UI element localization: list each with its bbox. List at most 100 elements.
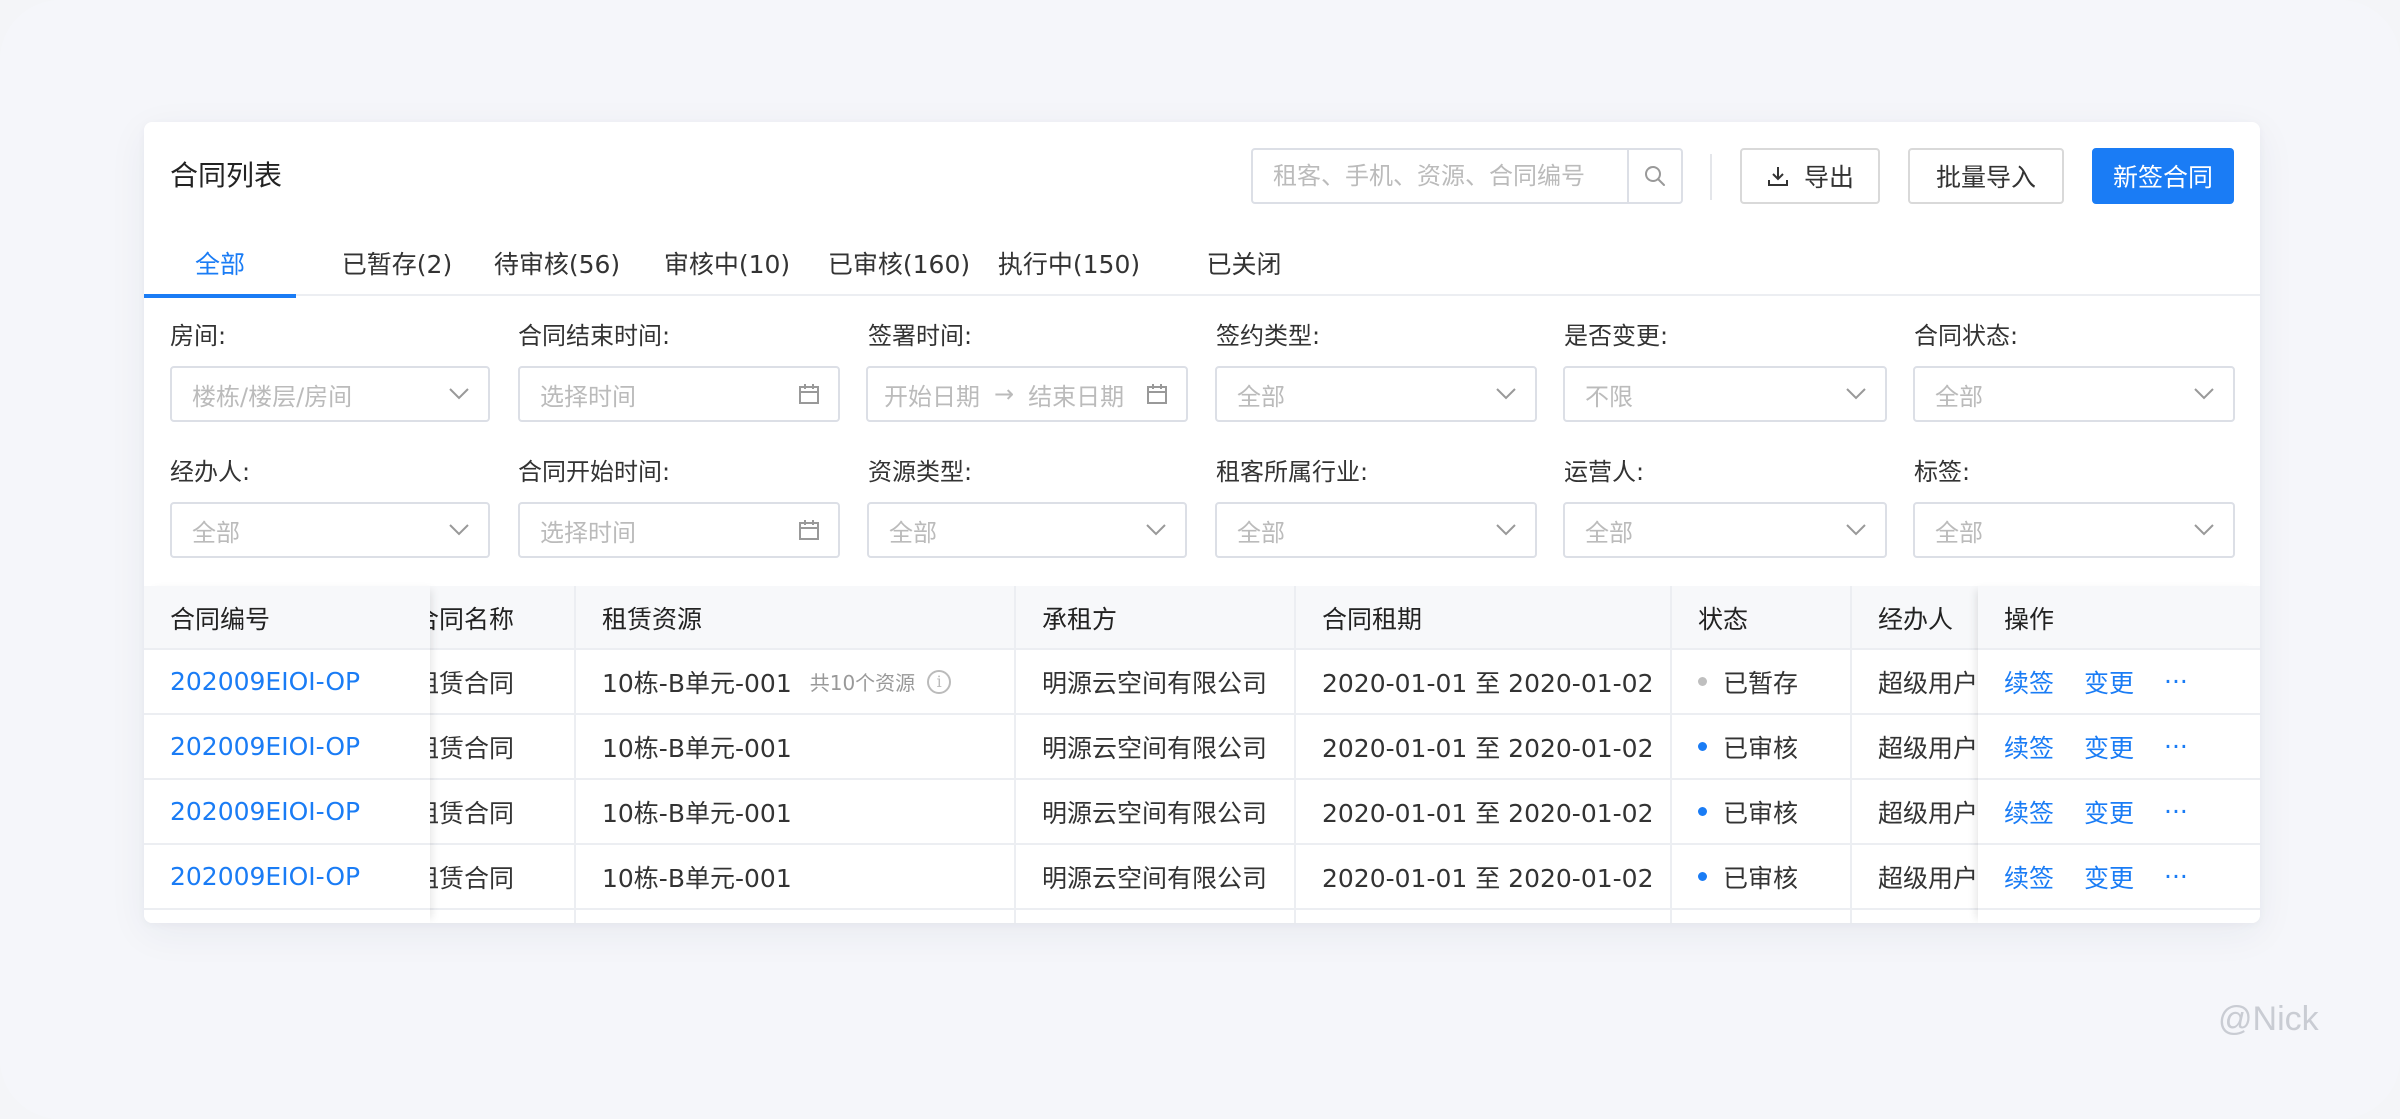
- sign-type-select[interactable]: 全部: [1215, 366, 1537, 422]
- chevron-down-icon: [1846, 524, 1866, 536]
- sign-type-value: 全部: [1237, 382, 1285, 411]
- status-label: 合同状态:: [1914, 322, 2019, 350]
- status-cell: 已审核: [1698, 780, 1798, 843]
- contract-id-link[interactable]: 202009EIOI-OP: [170, 650, 360, 713]
- tab-closed[interactable]: 已关闭: [1164, 230, 1324, 296]
- status-dot: [1698, 807, 1707, 816]
- table-row: 租赁合同 10栋-B单元-001 明源云空间有限公司 2020-01-01 至 …: [144, 845, 2260, 910]
- resource-name: 10栋-B单元-001: [602, 668, 792, 698]
- tab-pending-review[interactable]: 待审核(56): [472, 230, 642, 296]
- chevron-down-icon: [2194, 388, 2214, 400]
- changed-select[interactable]: 不限: [1563, 366, 1887, 422]
- tab-saved[interactable]: 已暂存(2): [322, 230, 472, 296]
- resource-cell: 10栋-B单元-001 共10个资源 i: [602, 650, 952, 713]
- renew-link[interactable]: 续签: [2004, 729, 2054, 765]
- end-time-picker[interactable]: 选择时间: [518, 366, 840, 422]
- info-icon[interactable]: i: [927, 669, 952, 694]
- room-placeholder: 楼栋/楼层/房间: [192, 382, 353, 411]
- status-text: 已审核: [1723, 863, 1799, 893]
- batch-import-button[interactable]: 批量导入: [1908, 148, 2064, 204]
- status-select[interactable]: 全部: [1913, 366, 2235, 422]
- more-icon[interactable]: ···: [2164, 797, 2188, 826]
- operator-select[interactable]: 全部: [1563, 502, 1887, 558]
- resource-name: 10栋-B单元-001: [602, 863, 792, 893]
- search-button[interactable]: [1627, 150, 1681, 202]
- room-label: 房间:: [170, 322, 227, 350]
- row-divider: [1978, 843, 2260, 845]
- resource-name: 10栋-B单元-001: [602, 733, 792, 763]
- handler-name: 超级用户: [1878, 863, 1979, 893]
- col-header-actions: 操作: [2004, 605, 2055, 634]
- tag-select[interactable]: 全部: [1913, 502, 2235, 558]
- table-header: 合同名称 租赁资源 承租方 合同租期 状态 经办人: [144, 586, 2260, 650]
- watermark: @Nick: [2218, 1000, 2319, 1038]
- renew-link[interactable]: 续签: [2004, 859, 2054, 895]
- col-header-tenant: 承租方: [1042, 605, 1118, 634]
- handler-name: 超级用户: [1878, 733, 1979, 763]
- col-header-resource: 租赁资源: [602, 605, 703, 634]
- export-button[interactable]: 导出: [1740, 148, 1880, 204]
- row-actions: 续签 变更 ···: [2004, 845, 2188, 908]
- room-select[interactable]: 楼栋/楼层/房间: [170, 366, 490, 422]
- change-link[interactable]: 变更: [2084, 794, 2134, 830]
- tenant-name: 明源云空间有限公司: [1042, 798, 1268, 828]
- new-contract-button[interactable]: 新签合同: [2092, 148, 2234, 204]
- tab-all[interactable]: 全部: [144, 230, 296, 298]
- actions-header-cell: 操作: [1978, 586, 2260, 650]
- change-link[interactable]: 变更: [2084, 664, 2134, 700]
- row-actions: 续签 变更 ···: [2004, 650, 2188, 713]
- status-cell: 已审核: [1698, 715, 1798, 778]
- contract-id-link[interactable]: 202009EIOI-OP: [170, 845, 360, 908]
- start-time-picker[interactable]: 选择时间: [518, 502, 840, 558]
- sign-end-placeholder: 结束日期: [1028, 382, 1125, 411]
- status-text: 已审核: [1723, 798, 1799, 828]
- more-icon[interactable]: ···: [2164, 862, 2188, 891]
- end-time-label: 合同结束时间:: [518, 322, 671, 350]
- tab-in-review[interactable]: 审核中(10): [642, 230, 812, 296]
- col-header-status: 状态: [1698, 605, 1749, 634]
- calendar-icon: [799, 384, 819, 404]
- handler-value: 全部: [192, 518, 240, 547]
- contract-table: 合同名称 租赁资源 承租方 合同租期 状态 经办人 租赁合同 10栋-B单元-0…: [144, 586, 2260, 923]
- row-actions: 续签 变更 ···: [2004, 780, 2188, 843]
- changed-value: 不限: [1585, 382, 1633, 411]
- header-divider: [1710, 154, 1712, 200]
- table-row: 租赁合同 10栋-B单元-001 明源云空间有限公司 2020-01-01 至 …: [144, 715, 2260, 780]
- tag-value: 全部: [1935, 518, 1983, 547]
- more-icon[interactable]: ···: [2164, 732, 2188, 761]
- row-actions: 续签 变更 ···: [2004, 715, 2188, 778]
- handler-select[interactable]: 全部: [170, 502, 490, 558]
- col-header-handler: 经办人: [1878, 605, 1954, 634]
- col-header-id: 合同编号: [170, 605, 271, 634]
- handler-label: 经办人:: [170, 458, 251, 486]
- resource-type-select[interactable]: 全部: [867, 502, 1187, 558]
- change-link[interactable]: 变更: [2084, 859, 2134, 895]
- tab-reviewed[interactable]: 已审核(160): [804, 230, 994, 296]
- download-icon: [1767, 167, 1788, 186]
- search-input[interactable]: [1253, 150, 1627, 202]
- end-time-placeholder: 选择时间: [540, 382, 636, 411]
- row-divider: [1978, 908, 2260, 910]
- chevron-down-icon: [2194, 524, 2214, 536]
- renew-link[interactable]: 续签: [2004, 794, 2054, 830]
- change-link[interactable]: 变更: [2084, 729, 2134, 765]
- tenant-name: 明源云空间有限公司: [1042, 863, 1268, 893]
- contract-id-link[interactable]: 202009EIOI-OP: [170, 780, 360, 843]
- calendar-icon: [1147, 384, 1167, 404]
- more-icon[interactable]: ···: [2164, 667, 2188, 696]
- sign-time-range-picker[interactable]: 开始日期 → 结束日期: [866, 366, 1188, 422]
- fixed-actions-column: 操作 续签 变更 ··· 续签 变更 ··· 续签 变更 ··· 续签 变更 ·…: [1978, 586, 2260, 923]
- contract-id-link[interactable]: 202009EIOI-OP: [170, 715, 360, 778]
- status-dot: [1698, 677, 1707, 686]
- chevron-down-icon: [1146, 524, 1166, 536]
- export-label: 导出: [1803, 163, 1854, 192]
- status-value: 全部: [1935, 382, 1983, 411]
- tab-executing[interactable]: 执行中(150): [974, 230, 1164, 296]
- status-cell: 已审核: [1698, 845, 1798, 908]
- table-row: 租赁合同 10栋-B单元-001 明源云空间有限公司 2020-01-01 至 …: [144, 780, 2260, 845]
- renew-link[interactable]: 续签: [2004, 664, 2054, 700]
- contract-list-card: 合同列表 导出 批量导入 新签合同 全部 已暂存(2) 待审核(56) 审核中(…: [144, 122, 2260, 923]
- row-divider: [1978, 778, 2260, 780]
- industry-select[interactable]: 全部: [1215, 502, 1537, 558]
- start-time-placeholder: 选择时间: [540, 518, 636, 547]
